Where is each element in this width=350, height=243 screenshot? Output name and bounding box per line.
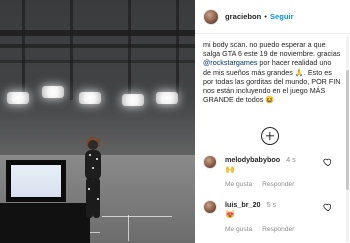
mocap-marker	[89, 154, 91, 156]
separator-dot: •	[264, 12, 267, 21]
mocap-marker	[92, 167, 94, 169]
monitor	[6, 160, 66, 202]
comment-row: luis_br_20 5 s 😻 Me gusta Responder	[203, 200, 343, 233]
torso	[85, 150, 101, 180]
comment-time[interactable]: 4 s	[286, 155, 296, 164]
mocap-marker	[88, 188, 90, 190]
studio-light	[7, 92, 29, 104]
follow-button[interactable]: Seguir	[270, 12, 294, 21]
ceiling-truss	[0, 30, 195, 36]
ceiling-truss	[0, 60, 195, 63]
avatar[interactable]	[203, 155, 217, 169]
comment-like-button[interactable]: Me gusta	[225, 181, 252, 188]
comment-meta: luis_br_20 5 s	[225, 200, 294, 209]
mocap-marker	[96, 158, 98, 160]
comment-row: melodybabyboo 4 s 🙌 Me gusta Responder	[203, 155, 343, 188]
ceiling-truss	[0, 44, 195, 48]
heart-icon[interactable]	[323, 157, 333, 167]
caption-mention-link[interactable]: @rockstargames	[203, 58, 257, 67]
comment-text: 😻	[225, 210, 235, 219]
comment-body: melodybabyboo 4 s 🙌 Me gusta Responder	[225, 155, 296, 188]
floor-marking	[102, 216, 172, 217]
post-username[interactable]: graciebon	[225, 12, 261, 21]
head	[88, 140, 98, 150]
studio-light	[42, 86, 64, 98]
comment-reply-button[interactable]: Responder	[262, 226, 294, 233]
floor-marking	[128, 215, 129, 241]
comment-actions: Me gusta Responder	[225, 226, 294, 233]
comment-meta: melodybabyboo 4 s	[225, 155, 296, 164]
mocap-marker	[97, 198, 99, 200]
leg	[86, 178, 93, 218]
comment-username[interactable]: melodybabyboo	[225, 155, 280, 164]
motion-capture-person	[82, 137, 104, 220]
post-header: graciebon • Seguir	[195, 0, 350, 34]
studio-light	[79, 92, 101, 104]
comment-time[interactable]: 5 s	[267, 200, 277, 209]
studio-light	[156, 92, 178, 104]
post-panel: graciebon • Seguir mi body scan. no pued…	[195, 0, 350, 243]
avatar[interactable]	[203, 200, 217, 214]
post-caption: mi body scan. no puedo esperar a que sal…	[203, 40, 341, 104]
comment-text: 🙌	[225, 165, 235, 174]
comment-username[interactable]: luis_br_20	[225, 200, 261, 209]
monitor-screen	[11, 165, 61, 197]
comment-reply-button[interactable]: Responder	[262, 181, 294, 188]
studio-light	[122, 94, 144, 106]
ceiling-beam	[70, 0, 73, 100]
comment-item: melodybabyboo 4 s 🙌 Me gusta Responder	[203, 155, 343, 188]
ceiling-beam	[176, 0, 179, 100]
ceiling-beam	[22, 0, 25, 100]
post-image	[0, 0, 195, 243]
comment-body: luis_br_20 5 s 😻 Me gusta Responder	[225, 200, 294, 233]
heart-icon[interactable]	[323, 202, 333, 212]
comment-actions: Me gusta Responder	[225, 181, 296, 188]
desk	[0, 203, 90, 243]
plus-circle-icon[interactable]	[261, 127, 279, 145]
caption-text: mi body scan. no puedo esperar a que sal…	[203, 40, 341, 59]
comment-item: luis_br_20 5 s 😻 Me gusta Responder	[203, 200, 343, 233]
scrollbar-thumb[interactable]	[346, 70, 349, 190]
avatar[interactable]	[203, 8, 219, 25]
comment-like-button[interactable]: Me gusta	[225, 226, 252, 233]
ceiling-beam	[128, 0, 131, 100]
